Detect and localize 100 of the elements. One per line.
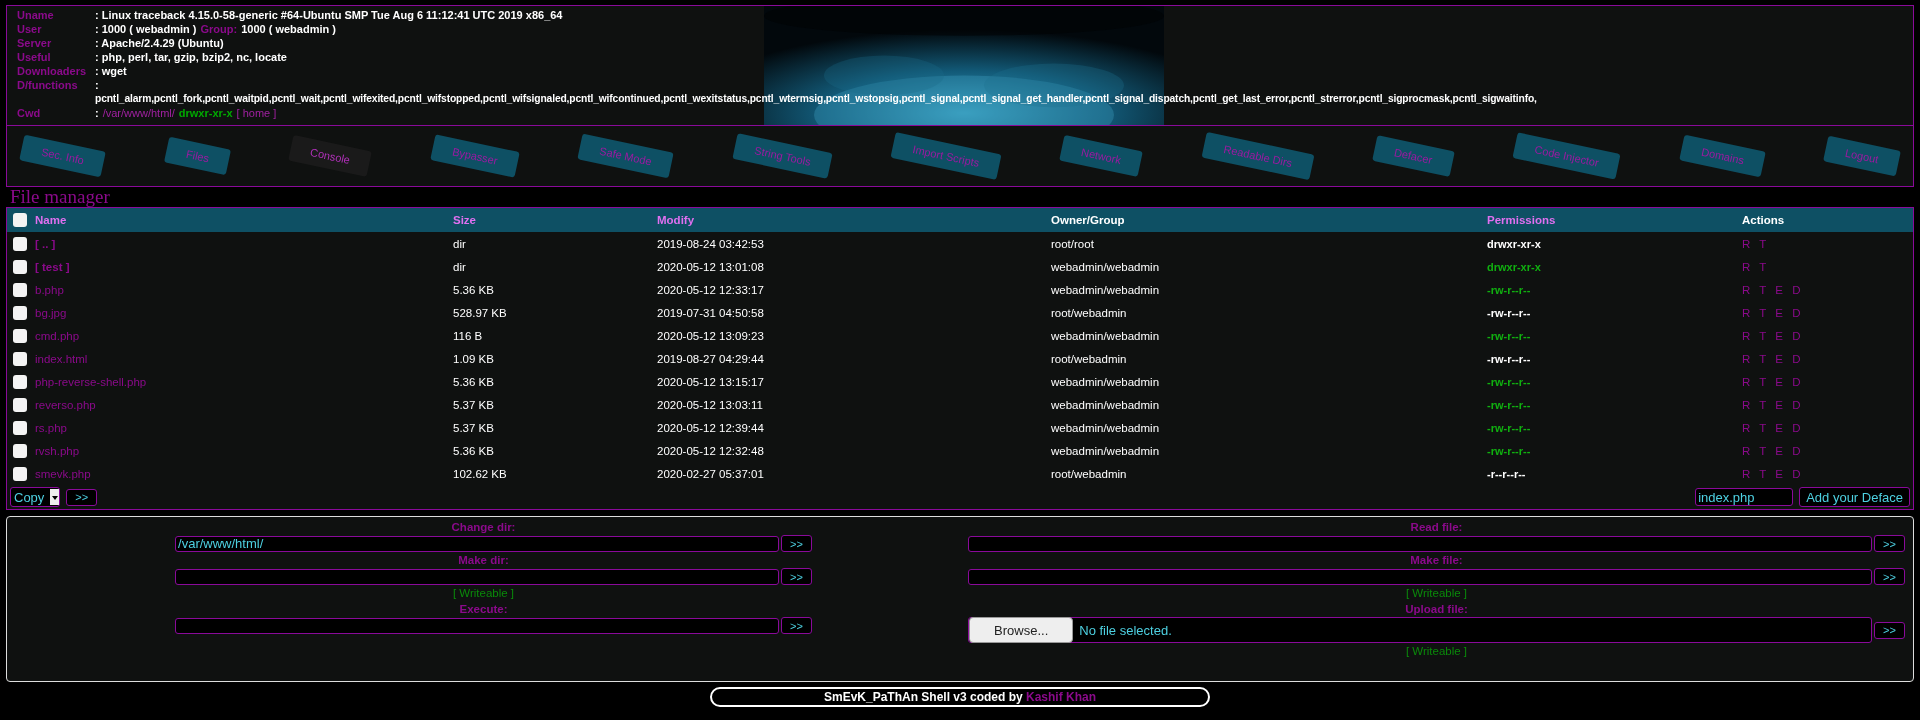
checkbox[interactable] <box>13 351 27 366</box>
action-links[interactable]: R T E D <box>1742 329 1804 342</box>
folder-link[interactable]: [ .. ] <box>35 237 56 250</box>
info-label: D/functions <box>17 79 79 91</box>
submit-button[interactable]: >> <box>1874 621 1905 639</box>
table-cell: webadmin/webadmin <box>1051 421 1160 434</box>
file-link[interactable]: bg.jpg <box>35 306 67 319</box>
action-links[interactable]: R T E D <box>1742 352 1804 365</box>
browse-button[interactable]: Browse... <box>969 617 1074 643</box>
file-link[interactable]: php-reverse-shell.php <box>35 375 147 388</box>
checkbox[interactable] <box>13 420 27 435</box>
menu-tab[interactable]: Readable Dirs <box>1201 131 1315 181</box>
table-cell: root/webadmin <box>1051 467 1127 480</box>
action-links[interactable]: R T E D <box>1742 444 1804 457</box>
upload-field[interactable]: Browse... No file selected. <box>968 617 1873 643</box>
permissions-text: -rw-r--r-- <box>1487 352 1531 365</box>
menu-tab[interactable]: Console <box>288 134 373 178</box>
checkbox[interactable] <box>13 328 27 343</box>
info-label: Group: <box>200 23 238 35</box>
menu-tab[interactable]: Logout <box>1823 135 1901 177</box>
checkbox[interactable] <box>13 213 27 227</box>
action-links[interactable]: R T <box>1742 260 1770 273</box>
action-links[interactable]: R T <box>1742 237 1770 250</box>
action-links[interactable]: R T E D <box>1742 283 1804 296</box>
column-header[interactable]: Size <box>453 214 476 226</box>
writeable-status: [ Writeable ] <box>452 586 515 601</box>
input-field[interactable] <box>968 535 1873 552</box>
input-field[interactable] <box>175 617 780 634</box>
checkbox[interactable] <box>13 305 27 320</box>
table-cell: 2020-05-12 13:15:17 <box>657 375 764 388</box>
action-links[interactable]: R T E D <box>1742 398 1804 411</box>
menu-tab[interactable]: Domains <box>1678 134 1766 178</box>
author-link[interactable]: Kashif Khan <box>1026 690 1097 704</box>
file-link[interactable]: cmd.php <box>35 329 80 342</box>
table-cell: webadmin/webadmin <box>1051 375 1160 388</box>
action-links[interactable]: R T E D <box>1742 421 1804 434</box>
menu-tab[interactable]: Files <box>163 136 231 176</box>
menu-tab[interactable]: Network <box>1059 134 1144 178</box>
submit-button[interactable]: >> <box>781 617 812 634</box>
info-label: Cwd <box>17 107 42 119</box>
checkbox[interactable] <box>13 374 27 389</box>
menu-tab[interactable]: String Tools <box>731 133 833 179</box>
checkbox[interactable] <box>13 236 27 251</box>
colon-text: : <box>95 107 99 119</box>
action-select[interactable]: Copy <box>10 487 61 507</box>
file-link[interactable]: rs.php <box>35 421 67 434</box>
submit-button[interactable]: >> <box>1874 568 1905 585</box>
file-link[interactable]: smevk.php <box>35 467 91 480</box>
checkbox[interactable] <box>13 282 27 297</box>
column-header: Actions <box>1742 214 1785 226</box>
form-label: Make file: <box>1410 553 1463 568</box>
submit-button[interactable]: >> <box>1874 535 1905 552</box>
submit-button[interactable]: >> <box>781 535 812 552</box>
deface-field[interactable]: index.php <box>1695 488 1794 506</box>
input-field[interactable] <box>968 568 1873 585</box>
input-field[interactable]: /var/www/html/ <box>175 535 780 552</box>
table-cell: webadmin/webadmin <box>1051 444 1160 457</box>
table-cell: root/webadmin <box>1051 306 1127 319</box>
writeable-status: [ Writeable ] <box>1405 586 1468 601</box>
column-header[interactable]: Permissions <box>1487 214 1556 226</box>
column-header[interactable]: Name <box>35 214 67 226</box>
action-links[interactable]: R T E D <box>1742 306 1804 319</box>
input-field[interactable] <box>175 568 780 585</box>
go-button[interactable]: >> <box>66 488 98 506</box>
deface-button[interactable]: Add your Deface <box>1799 487 1910 507</box>
menu-tab[interactable]: Code Injector <box>1512 132 1621 180</box>
form-label: Upload file: <box>1405 602 1468 617</box>
checkbox[interactable] <box>13 397 27 412</box>
info-value: : 1000 ( webadmin ) <box>95 23 197 35</box>
permissions-text: -rw-r--r-- <box>1487 444 1531 457</box>
checkbox[interactable] <box>13 466 27 481</box>
action-links[interactable]: R T E D <box>1742 375 1804 388</box>
table-cell: 2019-08-24 03:42:53 <box>657 237 764 250</box>
info-label: Downloaders <box>17 65 88 77</box>
menu-tab[interactable]: Defacer <box>1372 135 1455 177</box>
table-cell: dir <box>453 260 466 273</box>
checkbox[interactable] <box>13 443 27 458</box>
menu-tab[interactable]: Bypasser <box>430 134 520 178</box>
path-link[interactable]: /var/www/html/ <box>102 107 175 119</box>
menu-tab[interactable]: Import Scripts <box>890 132 1002 180</box>
permissions-text: -r--r--r-- <box>1487 467 1526 480</box>
info-label: Server <box>17 37 53 49</box>
file-link[interactable]: rvsh.php <box>35 444 80 457</box>
file-link[interactable]: b.php <box>35 283 64 296</box>
checkbox[interactable] <box>13 259 27 274</box>
table-cell: 116 B <box>453 329 483 342</box>
menu-tab[interactable]: Safe Mode <box>577 133 674 179</box>
info-value: 1000 ( webadmin ) <box>241 23 336 35</box>
menu-tab[interactable]: Sec. Info <box>19 134 107 178</box>
folder-link[interactable]: [ test ] <box>35 260 70 273</box>
submit-button[interactable]: >> <box>781 568 812 585</box>
credit-text: SmEvK_PaThAn Shell v3 coded by Kashif Khan <box>710 687 1210 707</box>
info-value: : Apache/2.4.29 (Ubuntu) <box>95 37 224 49</box>
file-link[interactable]: reverso.php <box>35 398 96 411</box>
home-link[interactable]: [ home ] <box>236 107 277 119</box>
column-header[interactable]: Modify <box>657 214 695 226</box>
table-cell: 5.36 KB <box>453 444 494 457</box>
action-links[interactable]: R T E D <box>1742 467 1804 480</box>
table-cell: webadmin/webadmin <box>1051 329 1160 342</box>
file-link[interactable]: index.html <box>35 352 88 365</box>
